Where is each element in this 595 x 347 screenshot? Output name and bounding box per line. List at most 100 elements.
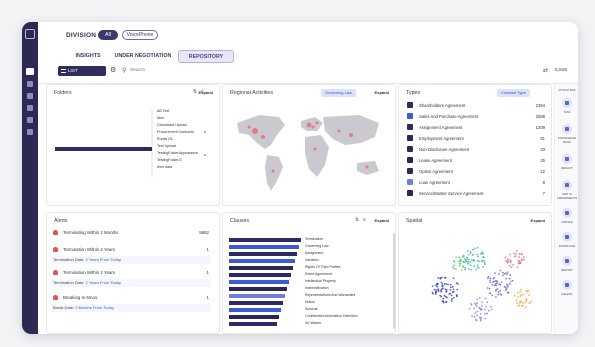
- spatial-expand-button[interactable]: Expand: [531, 218, 545, 223]
- clause-bar[interactable]: [229, 287, 287, 291]
- clause-bar[interactable]: [229, 266, 293, 270]
- clause-bar[interactable]: [229, 308, 281, 312]
- type-row[interactable]: Lease Agreement 25: [407, 156, 545, 165]
- clause-label[interactable]: Assignment: [305, 251, 323, 255]
- clause-label[interactable]: Termination: [305, 237, 323, 241]
- governing-law-dropdown[interactable]: Governing Law: [321, 89, 356, 97]
- redact-button[interactable]: REDACT: [557, 154, 577, 170]
- type-row[interactable]: Assignment Agreement 1209: [407, 123, 545, 132]
- home-icon[interactable]: [26, 68, 34, 75]
- clause-label[interactable]: Entire Agreement: [305, 272, 332, 276]
- list-documents-button[interactable]: LIST DOCUMENTS: [58, 66, 106, 83]
- spatial-point: [436, 285, 439, 288]
- spatial-point: [435, 290, 438, 293]
- clause-bar[interactable]: [229, 252, 297, 256]
- clause-label[interactable]: Notice: [305, 300, 315, 304]
- tab-insights[interactable]: INSIGHTS: [68, 50, 108, 63]
- folder-item[interactable]: term data: [157, 165, 172, 169]
- tab-repository[interactable]: REPOSITORY: [178, 50, 234, 63]
- clause-bar[interactable]: [229, 238, 301, 242]
- clause-bar[interactable]: [229, 322, 277, 326]
- spatial-point: [507, 291, 509, 294]
- spatial-scatter[interactable]: [405, 229, 547, 331]
- alert-row[interactable]: Termination Within 2 Years 1: [53, 245, 209, 255]
- type-row[interactable]: Loan Agreement 8: [407, 178, 545, 187]
- folder-item[interactable]: Test Upload: [157, 144, 176, 148]
- clause-label[interactable]: Indemnification: [305, 286, 329, 290]
- sort-alpha-icon[interactable]: ≡: [363, 217, 366, 223]
- division-all-toggle[interactable]: All: [98, 30, 118, 40]
- folder-icon[interactable]: [27, 81, 33, 87]
- clause-label[interactable]: Rights Of Third Parties: [305, 265, 340, 269]
- clause-label[interactable]: Confidential Information Definition: [305, 314, 358, 318]
- type-row[interactable]: Option Agreement 22: [407, 167, 545, 176]
- type-row[interactable]: Sales And Purchase Agreement 2088: [407, 112, 545, 121]
- folder-item[interactable]: Alex: [157, 116, 164, 120]
- attach-bar-button[interactable]: ATTACH BAR: [557, 88, 577, 92]
- clauses-panel: Clauses ⇅ ≡ Expand Termination Governing…: [222, 212, 396, 334]
- type-name: Shareholders Agreement: [419, 103, 466, 108]
- clause-label[interactable]: Governing Law: [305, 244, 329, 248]
- folder-item[interactable]: TestingFolder/2: [157, 158, 182, 162]
- update-button[interactable]: UPDATE: [557, 208, 577, 224]
- help-icon[interactable]: [27, 129, 33, 135]
- book-icon: [562, 124, 572, 134]
- clauses-expand-button[interactable]: Expand: [375, 218, 389, 223]
- alert-row[interactable]: Terminating Within 2 Months 5862: [53, 228, 209, 238]
- add-amendments-button[interactable]: ADD IN AMENDMENTS: [557, 180, 577, 200]
- type-row[interactable]: Shareholders Agreement 2354: [407, 101, 545, 110]
- sort-icon[interactable]: ⇅: [355, 217, 359, 223]
- clause-label[interactable]: Survival: [305, 307, 317, 311]
- spatial-point: [474, 247, 476, 250]
- app-logo-icon[interactable]: [25, 29, 35, 39]
- clauses-scrollbar[interactable]: [393, 233, 395, 329]
- clause-label[interactable]: Variation: [305, 258, 319, 262]
- spatial-point: [475, 305, 478, 308]
- clause-bar[interactable]: [229, 245, 299, 249]
- spatial-point: [528, 301, 531, 304]
- alert-detail-link[interactable]: 2 Years From Today: [85, 257, 121, 262]
- folder-item[interactable]: AB Test: [157, 109, 169, 113]
- report-button[interactable]: REPORT: [557, 256, 577, 272]
- alert-detail-link[interactable]: 2 Years From Today: [85, 280, 121, 285]
- clause-label[interactable]: No Waiver: [305, 321, 321, 325]
- regional-expand-button[interactable]: Expand: [375, 90, 389, 95]
- search-input[interactable]: [130, 66, 540, 76]
- clause-bar[interactable]: [229, 294, 285, 298]
- settings-icon[interactable]: [27, 105, 33, 111]
- clause-bar[interactable]: [229, 273, 291, 277]
- spatial-point: [518, 253, 521, 256]
- filter-icon[interactable]: ⇄: [543, 67, 548, 75]
- folder-item[interactable]: Cloudward Upload: [157, 123, 187, 127]
- users-icon[interactable]: [27, 117, 33, 123]
- division-voicephone-toggle[interactable]: VoicePhone: [122, 30, 158, 40]
- delete-button[interactable]: DELETE: [557, 280, 577, 296]
- alert-row[interactable]: Termination Within 2 Years 1: [53, 268, 209, 278]
- spatial-point: [487, 277, 489, 280]
- clause-bar[interactable]: [229, 280, 289, 284]
- alert-row[interactable]: Breaking In 6mos 1: [53, 293, 209, 303]
- clause-bar[interactable]: [229, 301, 283, 305]
- spatial-point: [493, 276, 496, 279]
- spatial-point: [506, 283, 508, 286]
- type-row[interactable]: Service/Master Service Agreement 7: [407, 189, 545, 198]
- type-row[interactable]: Employment Agreement 61: [407, 134, 545, 143]
- folder-item[interactable]: Runtis GL: [157, 137, 173, 141]
- clause-label[interactable]: Representations And Warranties: [305, 293, 355, 297]
- contract-type-dropdown[interactable]: Contract Type: [497, 89, 530, 97]
- spatial-point: [449, 283, 452, 286]
- task-button[interactable]: TASK: [557, 98, 577, 114]
- clause-bar[interactable]: [229, 259, 295, 263]
- alert-detail-link[interactable]: 2 Months From Today: [75, 305, 114, 310]
- type-row[interactable]: Non-Disclosure Agreement 33: [407, 145, 545, 154]
- folder-item[interactable]: TestingFolderAppearance: [157, 151, 198, 155]
- gear-icon[interactable]: ⚙: [110, 67, 116, 75]
- download-button[interactable]: DOWNLOAD: [557, 232, 577, 248]
- world-map[interactable]: [229, 105, 391, 201]
- chat-icon[interactable]: [27, 93, 33, 99]
- tab-under-negotiation[interactable]: UNDER NEGOTIATION: [112, 50, 174, 63]
- knowledge-bank-button[interactable]: KNOWLEDGE BANK: [557, 124, 577, 144]
- folder-item[interactable]: Procurement Contracts: [157, 130, 194, 134]
- clause-bar[interactable]: [229, 315, 279, 319]
- clause-label[interactable]: Intellectual Property: [305, 279, 336, 283]
